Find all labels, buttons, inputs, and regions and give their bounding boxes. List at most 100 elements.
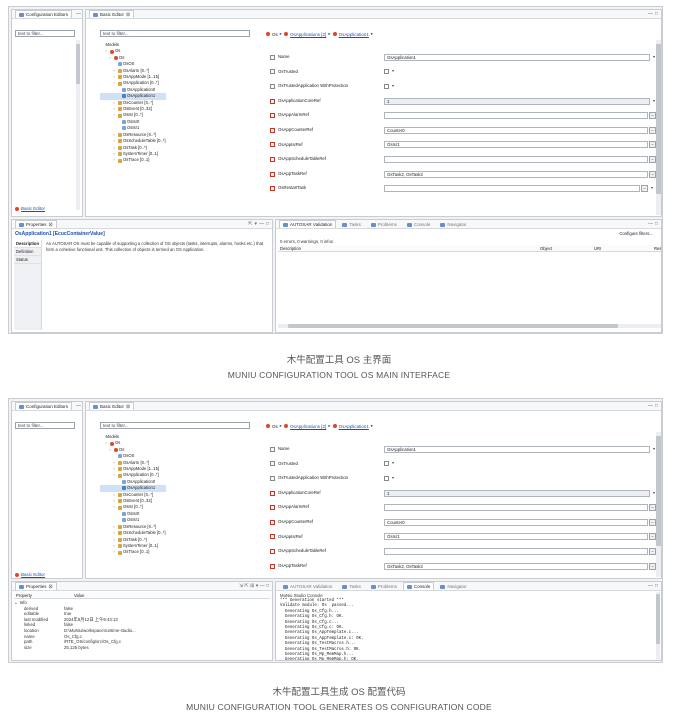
expand-toggle-icon[interactable]: › [112, 472, 116, 478]
field-checkbox[interactable] [384, 84, 389, 89]
tab-console[interactable]: Console [402, 582, 435, 590]
crumb-os[interactable]: Os [272, 424, 278, 429]
crumb-osapplication1[interactable]: OsApplication1 [339, 424, 369, 429]
crumb-osapplications[interactable]: OsApplications [2] [290, 424, 326, 429]
browse-reference-button[interactable]: ⋯ [649, 504, 656, 512]
minimize-icon[interactable]: — [648, 403, 653, 409]
field-value[interactable]: 1 [384, 489, 650, 497]
browse-reference-button[interactable]: ⋯ [641, 185, 648, 193]
chevron-down-icon[interactable]: ▾ [392, 68, 394, 73]
field-value[interactable] [384, 112, 648, 120]
tab-navigator[interactable]: Navigator [436, 582, 470, 590]
field-value[interactable] [384, 156, 648, 163]
browse-reference-button[interactable]: ⋯ [649, 533, 656, 541]
tree-filter-input[interactable]: text to filter... [100, 422, 250, 429]
expand-toggle-icon[interactable]: › [112, 157, 116, 163]
browse-reference-button[interactable]: ⋯ [649, 141, 656, 149]
tab-tasks[interactable]: Tasks [338, 582, 365, 590]
minimize-icon[interactable]: — [259, 221, 264, 227]
maximize-icon[interactable]: □ [655, 583, 658, 589]
expand-toggle-icon[interactable]: › [108, 55, 112, 61]
field-checkbox[interactable] [384, 69, 389, 75]
tab-problems[interactable]: Problems [367, 220, 401, 228]
tab-properties[interactable]: Properties ⊠ [15, 582, 57, 590]
column-header[interactable]: Object [540, 246, 552, 251]
crumb-osapplications[interactable]: OsApplications [2] [290, 32, 326, 37]
minimize-icon[interactable]: — [76, 11, 81, 17]
close-icon[interactable]: ⊠ [49, 222, 53, 228]
chevron-down-icon[interactable]: ▾ [392, 460, 394, 465]
basic-editor-link[interactable]: Basic Editor [15, 206, 45, 211]
browse-reference-button[interactable]: ⋯ [649, 518, 656, 526]
tab-problems[interactable]: Problems [367, 582, 401, 590]
field-value[interactable] [384, 548, 648, 555]
form-scrollbar[interactable] [656, 432, 661, 577]
form-scrollbar[interactable] [656, 40, 661, 215]
close-icon[interactable]: ⊠ [126, 12, 130, 18]
tab-navigator[interactable]: Navigator [436, 220, 470, 228]
chevron-down-icon[interactable]: ▾ [653, 54, 655, 59]
browse-reference-button[interactable]: ⋯ [649, 156, 656, 163]
browse-reference-button[interactable]: ⋯ [649, 126, 656, 134]
field-value[interactable]: OsTask2, OsTask3 [384, 170, 648, 178]
field-value[interactable]: Counter0 [384, 518, 648, 526]
chevron-down-icon[interactable]: ▾ [651, 185, 653, 190]
field-value[interactable]: OsApplication1 [384, 53, 650, 61]
tab-console[interactable]: Console [403, 220, 435, 228]
browse-reference-button[interactable]: ⋯ [649, 112, 656, 120]
maximize-icon[interactable]: □ [655, 11, 658, 17]
minimize-icon[interactable]: — [648, 583, 653, 589]
close-icon[interactable]: ⊠ [126, 404, 130, 410]
tree-node[interactable]: › OsTrace [0..1] [100, 549, 166, 555]
tree-node[interactable]: › OsTrace [0..1] [100, 157, 166, 163]
minimize-icon[interactable]: — [648, 11, 653, 17]
tab-autosar-validation[interactable]: AUTOSAR Validation [279, 582, 336, 590]
tab-properties[interactable]: Properties ⊠ [15, 220, 57, 228]
maximize-icon[interactable]: □ [655, 403, 658, 409]
minimize-icon[interactable]: — [648, 221, 653, 227]
h-scrollbar[interactable] [278, 324, 661, 328]
scrollbar[interactable] [76, 40, 80, 210]
browse-reference-button[interactable]: ⋯ [649, 170, 656, 178]
crumb-os[interactable]: Os [272, 32, 278, 37]
maximize-icon[interactable]: □ [266, 221, 269, 227]
tab-configuration-editors[interactable]: Configuration Editors [15, 10, 73, 18]
tab-tasks[interactable]: Tasks [338, 220, 365, 228]
field-value[interactable] [384, 185, 640, 193]
properties-nav-item[interactable]: Definition [14, 248, 41, 256]
maximize-icon[interactable]: □ [655, 221, 658, 227]
field-value[interactable]: Counter0 [384, 126, 648, 134]
tab-autosar-validation[interactable]: AUTOSAR Validation [279, 220, 337, 228]
column-header[interactable]: URI [594, 246, 601, 251]
filter-input[interactable]: text to filter... [15, 30, 75, 37]
field-value[interactable]: OsTask2, OsTask3 [384, 562, 648, 570]
tab-configuration-editors[interactable]: Configuration Editors [15, 402, 73, 410]
toolbar-icons[interactable]: ⇲ ⇱ ⊞ ▾ — □ [239, 583, 269, 589]
crumb-osapplication1[interactable]: OsApplication1 [339, 32, 369, 37]
properties-nav-item[interactable]: Status [14, 256, 41, 264]
field-value[interactable]: OsIsr1 [384, 533, 648, 541]
browse-reference-button[interactable]: ⋯ [649, 548, 656, 555]
browse-reference-button[interactable]: ⋯ [649, 562, 656, 570]
expand-toggle-icon[interactable]: › [112, 504, 116, 510]
basic-editor-link[interactable]: Basic Editor [15, 572, 45, 577]
chevron-down-icon[interactable]: ▾ [653, 490, 655, 495]
field-checkbox[interactable] [384, 476, 389, 481]
expand-toggle-icon[interactable]: › [112, 549, 116, 555]
chevron-down-icon[interactable]: ▾ [392, 83, 394, 88]
chevron-down-icon[interactable]: ▾ [392, 475, 394, 480]
column-header[interactable]: Resource [654, 246, 661, 251]
tab-basic-editor[interactable]: Basic Editor ⊠ [89, 402, 135, 410]
field-value[interactable] [384, 504, 648, 512]
minimize-icon[interactable]: — [76, 403, 81, 409]
chevron-down-icon[interactable]: ▾ [653, 446, 655, 451]
chevron-down-icon[interactable]: ▾ [653, 98, 655, 103]
expand-toggle-icon[interactable]: › [112, 112, 116, 118]
column-header[interactable]: Description [280, 246, 301, 251]
property-row[interactable]: size 25,125 bytes [14, 645, 270, 651]
tab-basic-editor[interactable]: Basic Editor ⊠ [89, 10, 135, 18]
close-icon[interactable]: ⊠ [49, 584, 53, 590]
field-checkbox[interactable] [384, 461, 389, 467]
tree-filter-input[interactable]: text to filter... [100, 30, 250, 37]
view-menu-icon[interactable]: ▾ [254, 221, 257, 227]
